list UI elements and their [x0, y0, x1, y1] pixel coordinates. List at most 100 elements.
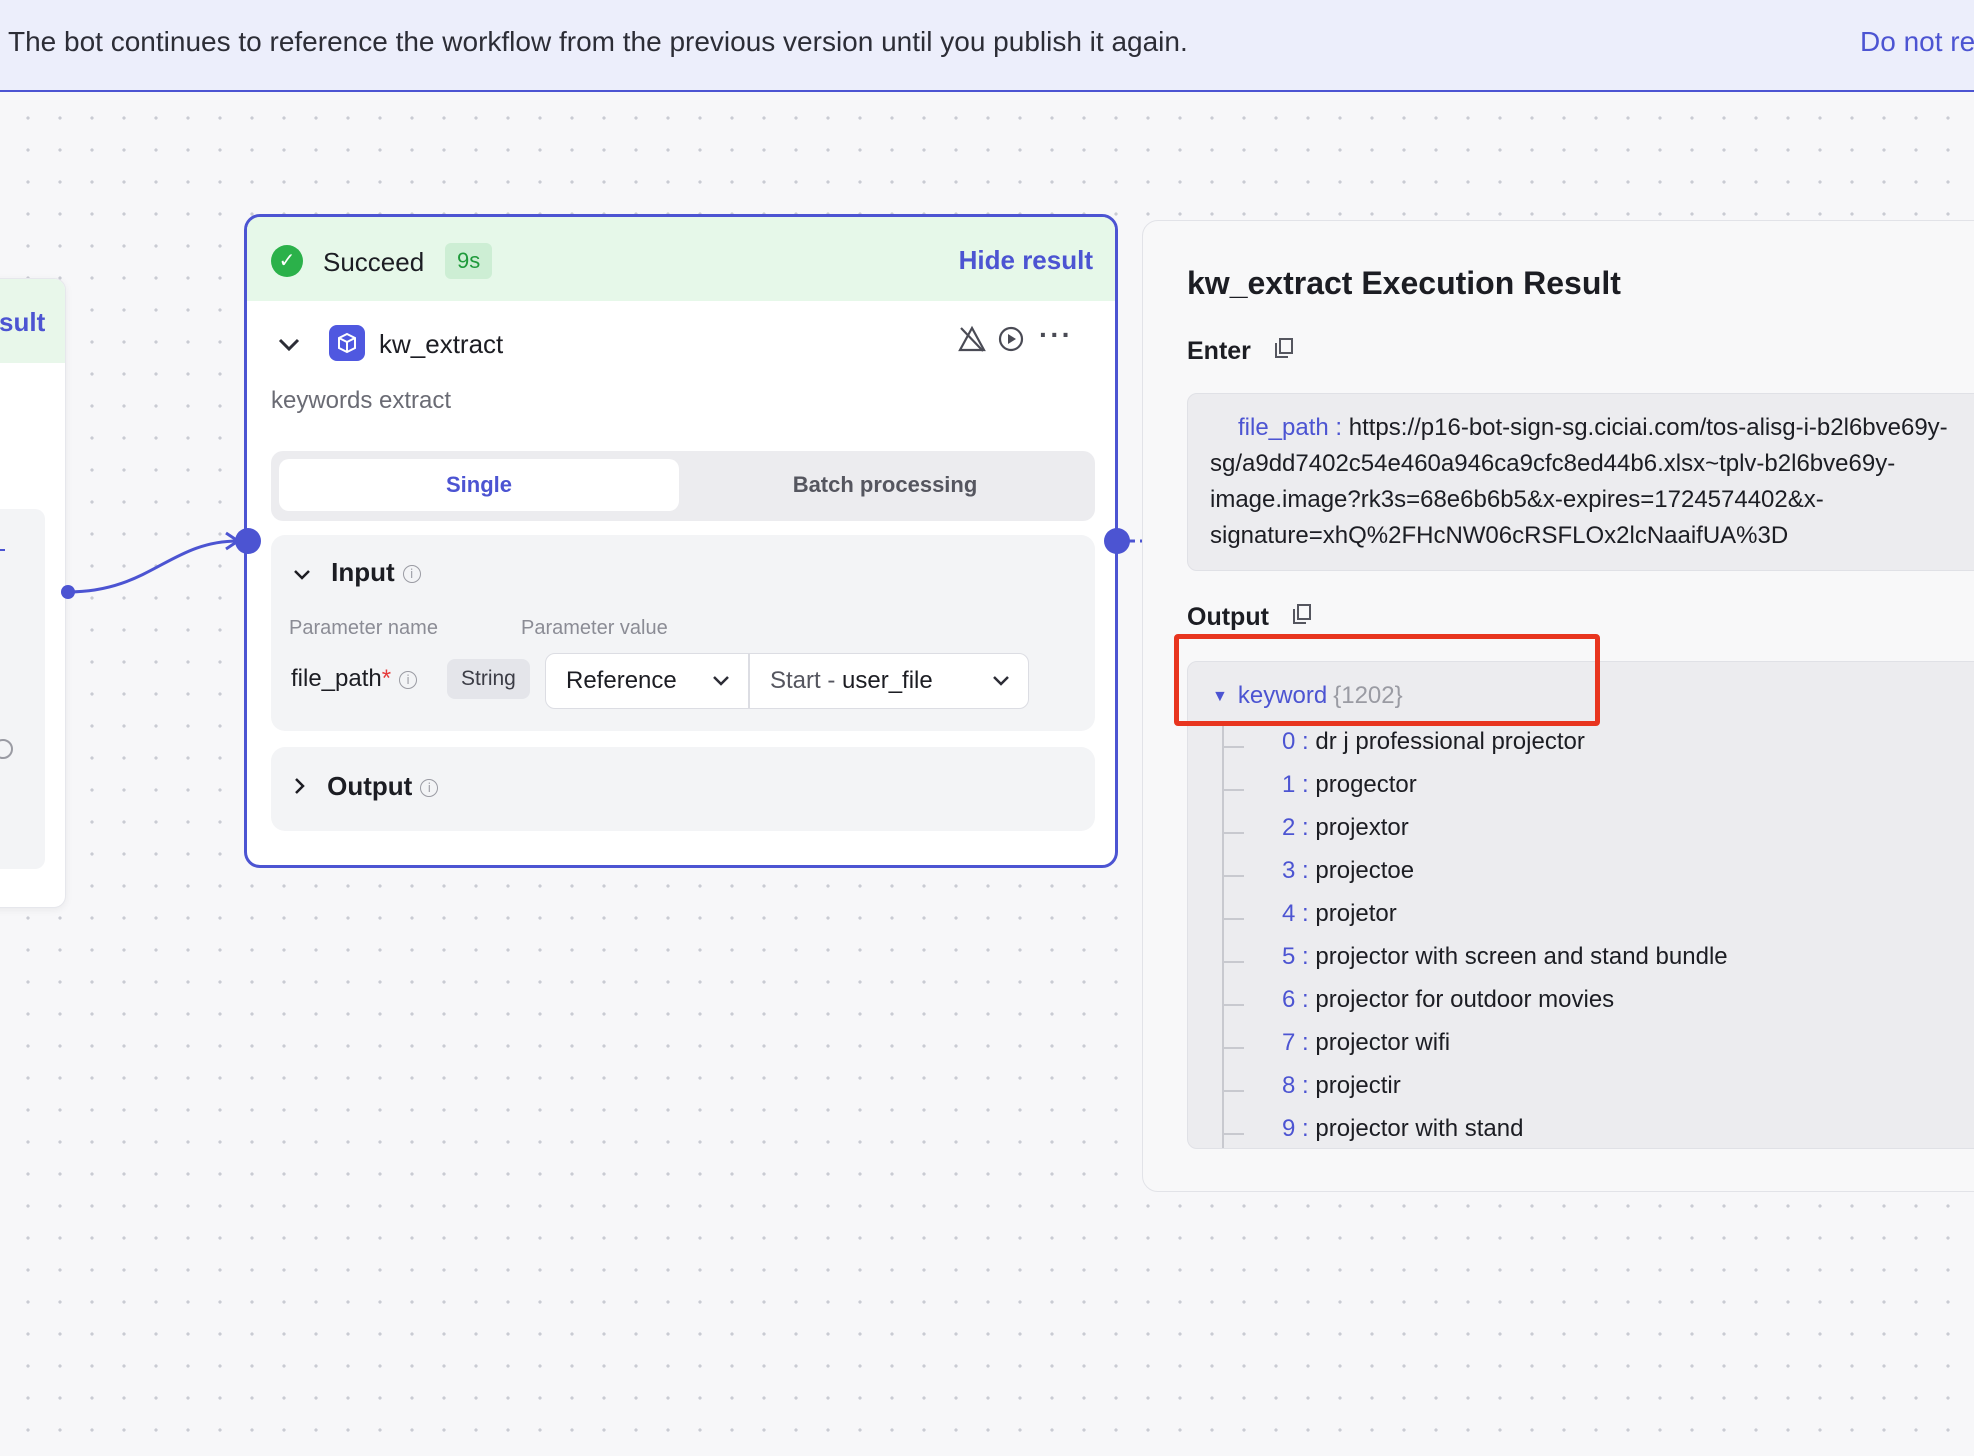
keyword-item-text: 4 : projetor: [1282, 900, 1397, 928]
index-separator: :: [1295, 814, 1316, 841]
index-separator: :: [1295, 900, 1316, 927]
keyword-value: projectoe: [1315, 857, 1415, 884]
node-input-port[interactable]: [235, 528, 261, 554]
duration-badge: 9s: [445, 243, 493, 279]
col-parameter-name: Parameter name: [289, 617, 438, 639]
warning-off-icon[interactable]: [957, 325, 987, 360]
keyword-index: 1: [1282, 771, 1296, 798]
copy-input-icon[interactable]: [1274, 337, 1294, 365]
keyword-item-text: 9 : projector with stand: [1282, 1115, 1523, 1143]
source-type-select[interactable]: Reference: [545, 653, 749, 709]
connection-wire: [67, 539, 239, 594]
tree-branch: [1222, 789, 1244, 791]
node-output-port[interactable]: [1104, 528, 1130, 554]
status-text: Succeed: [323, 247, 425, 277]
previous-node-header: sult: [0, 279, 65, 363]
input-value-line: signature=xhQ%2FHcNW06cRSFLOx2lcNaaifUA%…: [1210, 522, 1789, 549]
keyword-value: projector for outdoor movies: [1315, 986, 1615, 1013]
output-label: Output: [1187, 603, 1312, 632]
chevron-down-icon: [992, 654, 1010, 708]
input-info-icon: i: [402, 565, 421, 584]
mode-tabs: Single Batch processing: [271, 451, 1095, 521]
index-separator: :: [1295, 986, 1316, 1013]
reference-value-select[interactable]: Start - user_file: [749, 653, 1029, 709]
result-title: kw_extract Execution Result: [1187, 265, 1621, 301]
index-separator: :: [1295, 857, 1316, 884]
keyword-value: projector wifi: [1315, 1029, 1451, 1056]
output-json-tree: ▼ keyword {1202} 0 : dr j professional pro…: [1187, 661, 1974, 1149]
tree-branch: [1222, 1047, 1244, 1049]
tree-branch: [1222, 1090, 1244, 1092]
keyword-item-text: 8 : projectir: [1282, 1072, 1401, 1100]
node-description: keywords extract: [271, 387, 452, 414]
input-value-line: https://p16-bot-sign-sg.ciciai.com/tos-a…: [1348, 414, 1948, 441]
previous-node-mark: [0, 549, 5, 551]
index-separator: :: [1295, 771, 1316, 798]
index-separator: :: [1295, 728, 1316, 755]
keyword-value: projectir: [1315, 1072, 1401, 1099]
index-separator: :: [1295, 943, 1316, 970]
previous-node-result-link[interactable]: sult: [0, 307, 45, 338]
keyword-value: projector with screen and stand bundle: [1315, 943, 1728, 970]
tree-branch: [1222, 875, 1244, 877]
more-options-icon[interactable]: ···: [1039, 319, 1073, 351]
run-node-icon[interactable]: [997, 325, 1025, 360]
chevron-down-icon: [712, 654, 730, 708]
source-type-value: Reference: [566, 667, 677, 694]
previous-node[interactable]: sult: [0, 278, 66, 908]
tree-guide-line: [1222, 724, 1224, 1148]
output-info-icon: i: [420, 779, 439, 798]
tree-branch: [1222, 1004, 1244, 1006]
collapse-chevron-icon[interactable]: [277, 333, 301, 359]
success-check-icon: ✓: [271, 245, 303, 277]
param-info-icon: i: [399, 670, 418, 689]
input-key: file_path :: [1238, 414, 1343, 441]
input-value-line: image.image?rk3s=68e6b6b5&x-expires=1724…: [1210, 486, 1824, 513]
tree-branch: [1222, 918, 1244, 920]
col-parameter-value: Parameter value: [521, 617, 668, 639]
previous-node-body: [0, 509, 45, 869]
output-section[interactable]: Output i: [271, 747, 1095, 831]
keyword-index: 0: [1282, 728, 1296, 755]
node-status-bar: ✓ Succeed 9s Hide result: [247, 217, 1115, 301]
tab-batch-processing[interactable]: Batch processing: [685, 459, 1085, 511]
highlight-annotation-box: [1174, 634, 1600, 726]
copy-output-icon[interactable]: [1292, 603, 1312, 631]
required-mark: *: [381, 665, 392, 692]
keyword-index: 6: [1282, 986, 1296, 1013]
keyword-index: 2: [1282, 814, 1296, 841]
tree-branch: [1222, 961, 1244, 963]
tab-single[interactable]: Single: [279, 459, 679, 511]
keyword-item-text: 1 : progector: [1282, 771, 1417, 799]
keyword-item-text: 6 : projector for outdoor movies: [1282, 986, 1614, 1014]
input-line: file_path : https://p16-bot-sign-sg.cici…: [1210, 410, 1974, 446]
keyword-index: 7: [1282, 1029, 1296, 1056]
param-name-text: file_path: [291, 665, 382, 692]
reference-prefix: Start -: [770, 667, 843, 694]
param-name: file_path* i: [291, 665, 418, 693]
keyword-item-text: 5 : projector with screen and stand bund…: [1282, 943, 1728, 971]
code-cube-icon: [329, 325, 365, 361]
keyword-value: projector with stand: [1315, 1115, 1524, 1142]
node-name: kw_extract: [379, 329, 504, 359]
hide-result-button[interactable]: Hide result: [959, 245, 1093, 276]
keyword-item-text: 3 : projectoe: [1282, 857, 1414, 885]
chevron-right-icon: [293, 775, 313, 800]
input-section: Input i Parameter name Parameter value fi…: [271, 535, 1095, 731]
output-label-text: Output: [1187, 603, 1269, 631]
keyword-item-text: 0 : dr j professional projector: [1282, 728, 1585, 756]
keyword-index: 5: [1282, 943, 1296, 970]
enter-label: Enter: [1187, 337, 1294, 366]
keyword-index: 4: [1282, 900, 1296, 927]
index-separator: :: [1295, 1072, 1316, 1099]
reference-value: user_file: [842, 667, 933, 694]
keyword-value: projextor: [1315, 814, 1409, 841]
keyword-item-text: 2 : projextor: [1282, 814, 1409, 842]
output-section-toggle[interactable]: Output i: [293, 771, 439, 802]
keyword-item-text: 7 : projector wifi: [1282, 1029, 1450, 1057]
tree-branch: [1222, 1133, 1244, 1135]
kw-extract-node[interactable]: ✓ Succeed 9s Hide result kw_extract ··· …: [244, 214, 1118, 868]
previous-node-output-port[interactable]: [61, 585, 75, 599]
input-section-toggle[interactable]: Input i: [293, 557, 421, 588]
input-json-box: file_path : https://p16-bot-sign-sg.cici…: [1187, 393, 1974, 571]
